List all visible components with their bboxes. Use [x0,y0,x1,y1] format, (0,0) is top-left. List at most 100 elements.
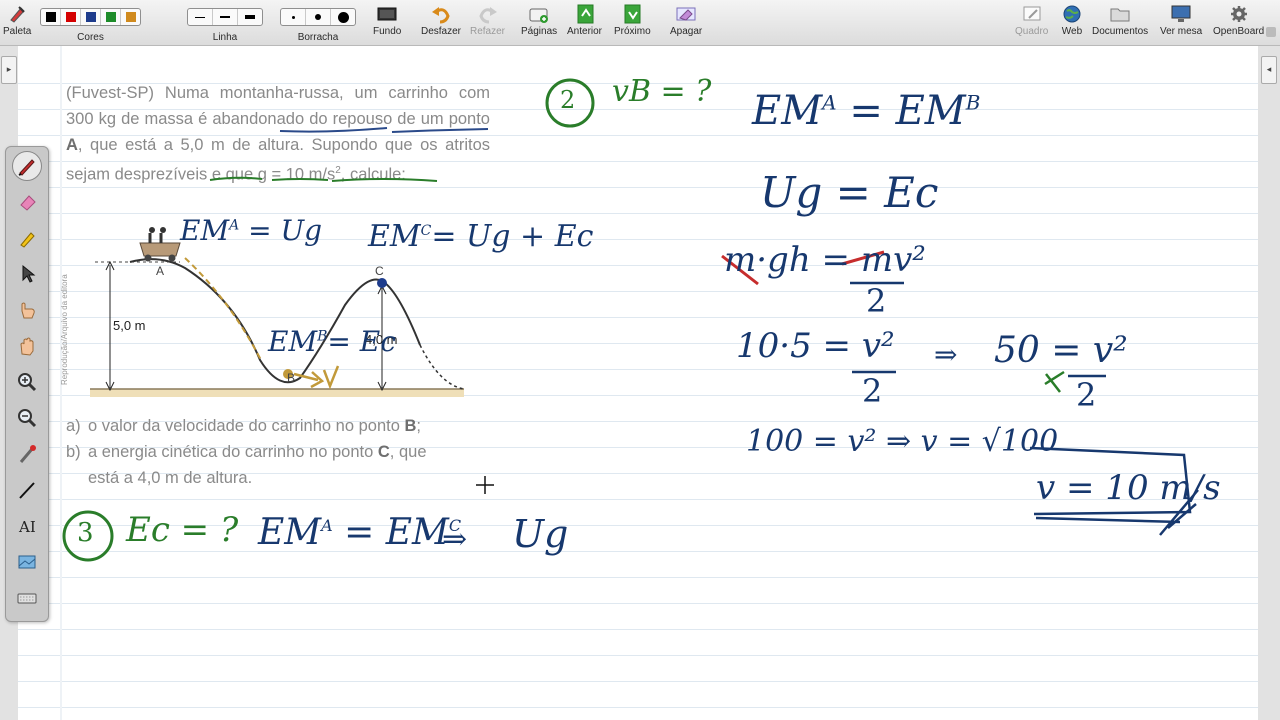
pen-icon [18,159,35,176]
eraser-small-option[interactable] [281,9,306,25]
note-em-c: EMC= Ug + Ec [368,219,594,254]
zoom-out-tool[interactable] [12,403,42,433]
problem-source: (Fuvest-SP) [66,84,155,102]
pages-button[interactable]: Páginas [521,4,557,37]
zoom-in-tool[interactable] [12,367,42,397]
problem-word-atritos: atritos [445,136,490,154]
pages-icon [527,4,551,24]
pages-label: Páginas [521,26,558,37]
problem-text-3: , que está a 5,0 m de altura. Supondo qu… [77,136,446,154]
color-swatch-black[interactable] [41,9,61,25]
pen-tool[interactable] [12,151,42,181]
problem-word-desprezíveis: desprezíveis [114,165,208,184]
web-label: Web [1061,26,1083,37]
line-medium-option[interactable] [213,9,238,25]
zoom-out-icon [18,409,37,428]
q3-arrow: ⇒ [442,522,468,557]
line-tool[interactable] [12,475,42,505]
desktop-button[interactable]: Ver mesa [1160,4,1202,37]
board-button[interactable]: Quadro [1015,4,1048,37]
previous-page-button[interactable]: Anterior [567,4,602,37]
color-swatch-orange[interactable] [121,9,140,25]
color-swatch-green[interactable] [101,9,121,25]
tool-palette: AI [5,146,49,622]
note-em-b: EMB= Ec [268,325,396,358]
line-thin-option[interactable] [188,9,213,25]
palette-label: Paleta [3,26,32,37]
pointing-hand-icon [21,302,35,319]
previous-page-label: Anterior [567,26,603,37]
color-swatch-blue[interactable] [81,9,101,25]
item-a-point: B [404,417,417,435]
eraser-tool[interactable] [12,187,42,217]
q3-text: Ec = ? [126,510,239,550]
q2-text: vB = ? [612,74,712,109]
deriv-line-4b: 50 = v² [994,330,1128,371]
palette-button[interactable]: Paleta [3,4,31,37]
openboard-button[interactable]: OpenBoard [1213,4,1264,37]
capture-tool[interactable] [12,547,42,577]
q3-ug: Ug [512,512,569,556]
documents-button[interactable]: Documentos [1092,4,1148,37]
item-a-text: o valor da velocidade do carrinho no pon… [88,417,405,435]
item-a-end: ; [416,417,421,435]
deriv-line-3: m·gh = mv² [724,240,926,280]
item-b: b) a energia cinética do carrinho no pont… [66,439,496,465]
next-page-icon [621,4,643,24]
item-a-marker: a) [66,417,81,435]
next-page-button[interactable]: Próximo [614,4,651,37]
problem-word-repouso: do repouso [309,110,393,128]
selector-tool[interactable] [12,259,42,289]
left-dock-toggle[interactable]: ▸ [1,56,17,84]
laser-pointer-tool[interactable] [12,439,42,469]
q2-number: 2 [560,86,576,114]
fig-height-a: 5,0 m [113,318,146,333]
line-thick-option[interactable] [238,9,262,25]
fig-label-a: A [156,264,165,278]
problem-point-a: A [66,136,78,154]
item-b-marker: b) [66,443,81,461]
line-width-selector [187,8,263,26]
background-button[interactable]: Fundo [373,4,401,37]
fig-label-c: C [375,264,384,278]
note-em-a: EMA = Ug [180,214,323,247]
keyboard-icon [17,593,37,604]
capture-icon [18,555,36,569]
q3-equation: EMA = EMC [258,512,462,553]
virtual-keyboard-tool[interactable] [12,583,42,613]
deriv-line-4b-denominator: 2 [1076,376,1097,414]
erase-page-button[interactable]: Apagar [670,4,702,37]
q3-number: 3 [77,518,94,548]
eraser-large-option[interactable] [331,9,355,25]
hand-icon [20,337,34,356]
laser-pointer-icon [19,445,36,463]
line-group: Linha [187,4,263,43]
final-answer: v = 10 m/s [1036,468,1221,508]
background-label: Fundo [373,26,402,37]
deriv-line-4: 10·5 = v² [736,326,895,366]
deriv-arrow: ⇒ [934,338,958,371]
item-a: a) o valor da velocidade do carrinho no p… [66,413,496,439]
eraser-medium-option[interactable] [306,9,331,25]
folder-icon [1108,4,1132,24]
deriv-line-3-denominator: 2 [866,282,887,320]
text-icon: AI [18,518,36,536]
problem-word-sejam: sejam [66,165,111,184]
interact-tool[interactable] [12,295,42,325]
redo-button[interactable]: Refazer [470,4,505,37]
eraser-group: Borracha [280,4,356,43]
fig-credit: Reprodução/Arquivo da editora [60,274,69,385]
text-tool[interactable]: AI [12,511,42,541]
highlighter-tool[interactable] [12,223,42,253]
color-swatch-red[interactable] [61,9,81,25]
problem-word-abandonado: abandonado [212,110,305,128]
erase-page-icon [674,4,698,24]
deriv-line-5: 100 = v² ⇒ v = √100 [746,424,1059,459]
right-dock-toggle[interactable]: ◂ [1261,56,1277,84]
hand-tool[interactable] [12,331,42,361]
web-button[interactable]: Web [1061,4,1083,37]
window-corner-handle[interactable] [1266,27,1276,37]
arrow-pointer-icon [22,264,36,283]
undo-button[interactable]: Desfazer [421,4,461,37]
deriv-line-1: EMA = EMB [752,88,981,134]
